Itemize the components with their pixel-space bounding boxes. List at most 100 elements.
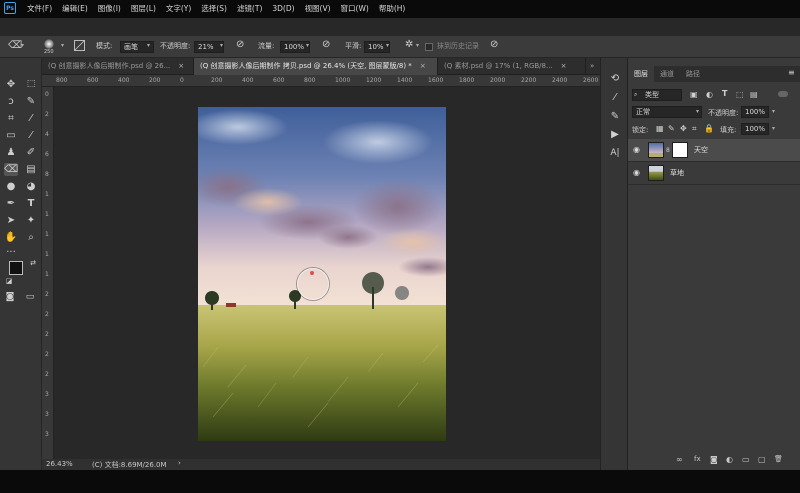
- menu-select[interactable]: 选择(S): [196, 2, 232, 16]
- lock-transparency-icon[interactable]: ▦: [656, 124, 664, 133]
- menu-image[interactable]: 图像(I): [93, 2, 126, 16]
- tabs-overflow-icon[interactable]: »: [590, 62, 594, 70]
- zoom-level[interactable]: 26.43%: [46, 460, 73, 468]
- filter-type-icon[interactable]: T: [722, 89, 727, 98]
- opacity-dropdown-icon[interactable]: ▾: [220, 42, 223, 49]
- path-select-tool-icon[interactable]: ➤: [4, 214, 18, 227]
- more-tools-icon[interactable]: ···: [4, 246, 18, 259]
- doc-tab-2[interactable]: (Q 创意摄影人像后期制作 拷贝.psd @ 26.4% (天空, 图层蒙版/8…: [194, 58, 438, 75]
- hand-tool-icon[interactable]: ✋: [4, 231, 18, 244]
- brush-settings-panel-icon[interactable]: ⁄: [608, 91, 622, 105]
- filter-adjustment-icon[interactable]: ◐: [706, 90, 713, 99]
- close-icon[interactable]: ×: [561, 62, 567, 70]
- healing-tool-icon[interactable]: ▭: [4, 129, 18, 142]
- filter-shape-icon[interactable]: ⬚: [736, 90, 744, 99]
- clone-stamp-tool-icon[interactable]: ♟: [4, 146, 18, 159]
- tab-paths[interactable]: 路径: [680, 66, 706, 82]
- menu-edit[interactable]: 编辑(E): [57, 2, 93, 16]
- link-layers-icon[interactable]: ∞: [676, 455, 683, 464]
- brush-preview-icon[interactable]: [44, 39, 54, 49]
- status-menu-arrow-icon[interactable]: ›: [178, 459, 181, 467]
- character-panel-icon[interactable]: A|: [608, 146, 622, 160]
- layer-name[interactable]: 天空: [694, 145, 708, 155]
- eraser-tool-icon[interactable]: ⌫: [4, 163, 18, 176]
- blur-tool-icon[interactable]: ●: [4, 180, 18, 193]
- mask-link-icon[interactable]: 8: [666, 147, 670, 154]
- folder-icon[interactable]: ▭: [742, 455, 750, 464]
- lasso-tool-icon[interactable]: ↄ: [4, 95, 18, 108]
- document-info[interactable]: (C) 文档:8.69M/26.0M: [92, 460, 167, 470]
- tab-channels[interactable]: 通道: [654, 66, 680, 82]
- doc-tab-1[interactable]: (Q 创意摄影人像后期制作.psd @ 26... ×: [42, 58, 194, 75]
- close-icon[interactable]: ×: [420, 62, 426, 70]
- actions-panel-icon[interactable]: ▶: [608, 128, 622, 142]
- screen-mode-icon[interactable]: ▭: [23, 291, 37, 304]
- fill-dropdown-icon[interactable]: ▾: [772, 125, 775, 132]
- foreground-color-swatch[interactable]: [9, 261, 23, 275]
- menu-help[interactable]: 帮助(H): [374, 2, 411, 16]
- gear-dropdown-icon[interactable]: ▾: [416, 42, 419, 49]
- new-layer-icon[interactable]: ▢: [758, 455, 766, 464]
- default-colors-icon[interactable]: ◪: [2, 275, 16, 288]
- gear-icon[interactable]: ✲: [405, 39, 413, 50]
- menu-layer[interactable]: 图层(L): [126, 2, 161, 16]
- gradient-tool-icon[interactable]: ▤: [24, 163, 38, 176]
- swap-colors-icon[interactable]: ⇄: [26, 257, 40, 270]
- brush-panel-icon[interactable]: ✎: [608, 110, 622, 124]
- marquee-tool-icon[interactable]: ⬚: [24, 78, 38, 91]
- history-checkbox[interactable]: [425, 43, 433, 51]
- tab-layers[interactable]: 图层: [628, 66, 654, 82]
- brush-settings-icon[interactable]: [74, 40, 85, 51]
- layer-name[interactable]: 草地: [670, 168, 684, 178]
- smoothing-dropdown-icon[interactable]: ▾: [386, 42, 389, 49]
- fx-icon[interactable]: fx: [694, 455, 701, 463]
- trash-icon[interactable]: 🗑: [774, 455, 783, 463]
- fill-field[interactable]: 100%: [741, 123, 769, 135]
- visibility-eye-icon[interactable]: ◉: [633, 168, 640, 177]
- layer-mask-thumbnail[interactable]: [672, 142, 688, 158]
- lock-artboard-icon[interactable]: ⌗: [692, 124, 697, 134]
- airbrush-icon[interactable]: ⊘: [322, 39, 330, 50]
- history-brush-tool-icon[interactable]: ✐: [24, 146, 38, 159]
- quick-mask-icon[interactable]: ◙: [3, 291, 17, 304]
- adjustment-layer-icon[interactable]: ◐: [726, 455, 733, 464]
- zoom-tool-icon[interactable]: ⌕: [24, 231, 38, 244]
- filter-smart-object-icon[interactable]: ▤: [750, 90, 758, 99]
- doc-tab-3[interactable]: (Q 素材.psd @ 17% (1, RGB/8... ×: [438, 58, 586, 75]
- lock-all-icon[interactable]: 🔒: [704, 124, 714, 133]
- custom-shape-tool-icon[interactable]: ✦: [24, 214, 38, 227]
- dodge-tool-icon[interactable]: ◕: [24, 180, 38, 193]
- mode-dropdown-icon[interactable]: ▾: [147, 42, 150, 49]
- pressure-opacity-icon[interactable]: ⊘: [236, 39, 244, 50]
- blend-dropdown-icon[interactable]: ▾: [696, 108, 699, 115]
- add-mask-icon[interactable]: ◙: [710, 455, 718, 464]
- history-panel-icon[interactable]: ⟲: [608, 72, 622, 86]
- visibility-eye-icon[interactable]: ◉: [633, 145, 640, 154]
- crop-tool-icon[interactable]: ⌗: [4, 112, 18, 125]
- pressure-size-icon[interactable]: ⊘: [490, 39, 498, 50]
- quick-select-tool-icon[interactable]: ✎: [24, 95, 38, 108]
- brush-tool-icon[interactable]: ⁄: [24, 129, 38, 142]
- type-tool-icon[interactable]: T: [24, 197, 38, 210]
- menu-type[interactable]: 文字(Y): [161, 2, 196, 16]
- move-tool-icon[interactable]: ✥: [4, 78, 18, 91]
- close-icon[interactable]: ×: [178, 62, 184, 70]
- eyedropper-tool-icon[interactable]: ⁄: [24, 112, 38, 125]
- brush-picker-dropdown-icon[interactable]: ▾: [61, 42, 64, 49]
- menu-3d[interactable]: 3D(D): [267, 2, 299, 16]
- flow-dropdown-icon[interactable]: ▾: [306, 42, 309, 49]
- menu-window[interactable]: 窗口(W): [336, 2, 374, 16]
- menu-file[interactable]: 文件(F): [22, 2, 57, 16]
- layer-row-grass[interactable]: ◉ 草地: [628, 162, 800, 185]
- layer-row-sky[interactable]: ◉ 8 天空: [628, 139, 800, 162]
- tool-preset-dropdown-icon[interactable]: ▾: [21, 42, 24, 49]
- blend-mode-select[interactable]: 正常: [632, 106, 702, 118]
- panel-menu-icon[interactable]: ≡: [788, 68, 795, 77]
- layer-filter-select[interactable]: 类型: [632, 89, 682, 101]
- menu-view[interactable]: 视图(V): [300, 2, 336, 16]
- filter-toggle[interactable]: [778, 91, 788, 97]
- pen-tool-icon[interactable]: ✒: [4, 197, 18, 210]
- layer-opacity-dropdown-icon[interactable]: ▾: [772, 108, 775, 115]
- layer-opacity-field[interactable]: 100%: [741, 106, 769, 118]
- lock-position-icon[interactable]: ✥: [680, 124, 687, 133]
